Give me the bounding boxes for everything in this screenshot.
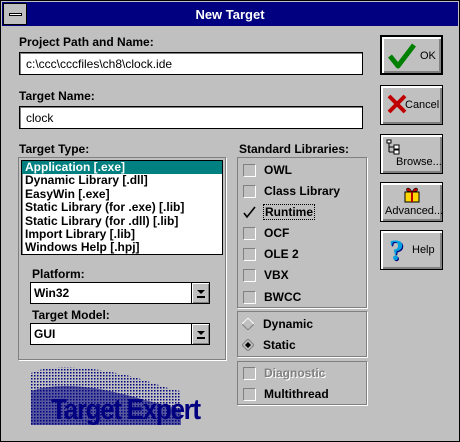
standard-libraries-label: Standard Libraries: (239, 142, 350, 156)
checkbox[interactable] (243, 247, 256, 261)
list-item[interactable]: Windows Help [.hpj] (22, 240, 222, 254)
checkbox[interactable] (243, 163, 256, 177)
ok-button[interactable]: OK (380, 35, 443, 75)
list-item[interactable]: Import Library [.lib] (22, 227, 222, 241)
checkbox (243, 366, 256, 380)
checkbox-ocf[interactable]: OCF (243, 226, 289, 240)
list-item[interactable]: Application [.exe] (22, 160, 222, 175)
checkbox-multithread[interactable]: Multithread (243, 387, 329, 401)
target-type-label: Target Type: (19, 142, 90, 156)
check-icon (243, 206, 256, 218)
checkbox-class-library[interactable]: Class Library (243, 184, 340, 198)
browse-button[interactable]: Browse... (380, 134, 443, 174)
checkbox-runtime[interactable]: Runtime (243, 204, 315, 220)
chevron-down-icon[interactable] (191, 283, 209, 303)
system-menu-button[interactable] (3, 3, 27, 25)
chevron-down-icon[interactable] (191, 324, 209, 344)
platform-label: Platform: (32, 267, 85, 281)
window-title: New Target (195, 6, 265, 22)
target-expert-logo-text: Target Expert (51, 394, 201, 426)
checkbox-bwcc[interactable]: BWCC (243, 290, 301, 304)
title-bar: New Target (2, 2, 458, 26)
radio-dynamic[interactable]: Dynamic (242, 317, 313, 331)
list-item[interactable]: EasyWin [.exe] (22, 187, 222, 201)
help-button[interactable]: ? ? Help (380, 230, 443, 270)
list-item[interactable]: Dynamic Library [.dll] (22, 173, 222, 187)
svg-text:?: ? (389, 236, 404, 266)
radio-diamond-selected-icon[interactable] (242, 339, 254, 351)
new-target-dialog: New Target Project Path and Name: c:\ccc… (0, 0, 460, 442)
radio-static[interactable]: Static (242, 338, 296, 352)
advanced-button[interactable]: Advanced... (380, 182, 443, 222)
tree-icon (386, 139, 400, 155)
checkbox-vbx[interactable]: VBX (243, 268, 289, 282)
checkbox[interactable] (243, 226, 256, 240)
target-name-input[interactable]: clock (19, 106, 363, 129)
target-name-label: Target Name: (19, 89, 95, 103)
project-path-label: Project Path and Name: (19, 35, 154, 49)
target-type-list[interactable]: Application [.exe] Dynamic Library [.dll… (21, 160, 223, 255)
gift-icon (404, 187, 420, 203)
checkbox-owl[interactable]: OWL (243, 163, 292, 177)
radio-diamond-icon[interactable] (242, 318, 254, 330)
checkmark-icon (388, 43, 416, 69)
checkbox-checked[interactable] (243, 205, 256, 219)
checkbox[interactable] (243, 268, 256, 282)
list-item[interactable]: Static Library (for .exe) [.lib] (22, 200, 222, 214)
checkbox-diagnostic: Diagnostic (243, 366, 325, 380)
question-mark-icon: ? ? (389, 236, 405, 266)
project-path-input[interactable]: c:\ccc\cccfiles\ch8\clock.ide (19, 52, 363, 75)
platform-select[interactable]: Win32 (30, 282, 210, 304)
target-model-select[interactable]: GUI (30, 323, 210, 345)
list-item[interactable]: Static Library (for .dll) [.lib] (22, 214, 222, 228)
checkbox[interactable] (243, 290, 256, 304)
checkbox-ole2[interactable]: OLE 2 (243, 247, 299, 261)
target-model-label: Target Model: (32, 308, 110, 322)
checkbox[interactable] (243, 387, 256, 401)
checkbox[interactable] (243, 184, 256, 198)
cancel-button[interactable]: Cancel (380, 85, 443, 125)
